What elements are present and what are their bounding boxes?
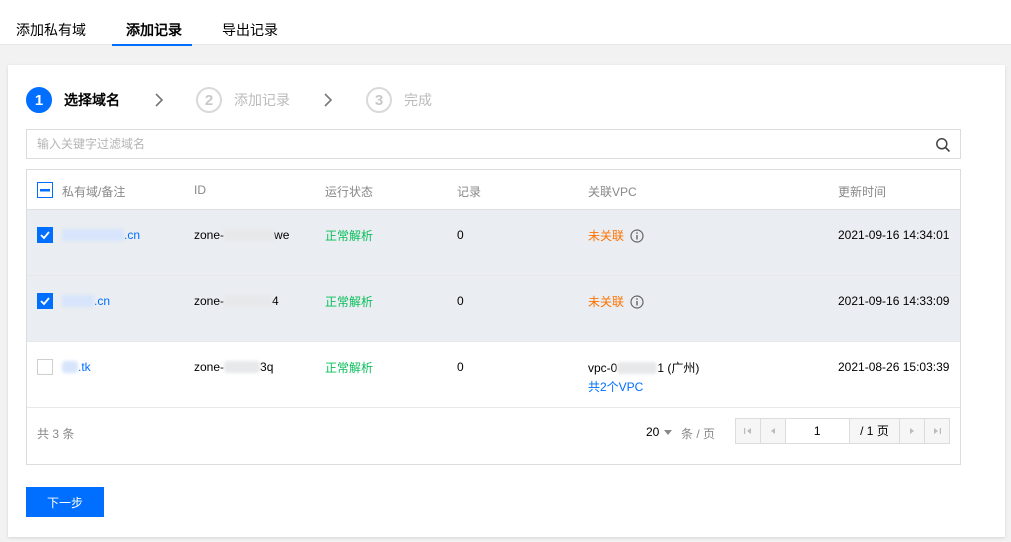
next-page-icon [910,428,915,434]
chevron-right-icon [324,93,333,107]
redacted-text [617,362,658,374]
minus-icon [40,189,50,192]
step-add-record: 2 添加记录 [196,87,290,113]
updated-time: 2021-09-16 14:33:09 [838,294,950,308]
tab-add-record[interactable]: 添加记录 [112,0,192,46]
search-box [26,129,961,159]
last-page-icon [934,428,942,434]
domain-table: 私有域/备注 ID 运行状态 记录 关联VPC 更新时间 .cn zone-we… [26,169,961,465]
step-label: 选择域名 [64,92,120,108]
table-row[interactable]: .cn zone-we 正常解析 0 未关联 2021-09-16 14:34:… [27,210,960,276]
redacted-text [224,229,275,241]
record-count: 0 [457,360,464,374]
first-page-button[interactable] [736,419,761,443]
column-header-vpc: 关联VPC [588,185,637,199]
zone-id: zone- 3q [194,360,274,374]
updated-time: 2021-09-16 14:34:01 [838,228,950,242]
vpc-count-link[interactable]: 共2个VPC [588,378,643,395]
row-checkbox[interactable] [37,293,53,309]
table-footer: 共 3 条 20 条 / 页 / 1 页 [27,408,960,464]
zone-id: zone-we [194,228,290,242]
last-page-button[interactable] [924,419,949,443]
page-size-select[interactable]: 20 [646,425,673,439]
total-count: 共 3 条 [37,427,75,441]
first-page-icon [743,428,751,434]
next-step-button[interactable]: 下一步 [26,487,104,517]
status-text: 正常解析 [325,229,374,243]
search-icon[interactable] [935,137,951,153]
step-label: 添加记录 [234,92,290,108]
updated-time: 2021-08-26 15:03:39 [838,360,950,374]
total-pages: / 1 页 [849,419,900,443]
record-count: 0 [457,228,464,242]
row-checkbox[interactable] [37,359,53,375]
status-text: 正常解析 [325,361,374,375]
redacted-text [224,295,273,307]
column-header-records: 记录 [457,185,482,199]
chevron-right-icon [155,93,164,107]
tab-export-record[interactable]: 导出记录 [222,0,278,45]
vpc-cell: vpc-0 1 (广州) [588,361,700,375]
prev-page-icon [770,428,775,434]
column-header-id: ID [194,183,206,197]
status-text: 正常解析 [325,295,374,309]
check-icon [40,297,50,306]
per-page-label: 条 / 页 [681,427,716,441]
step-complete: 3 完成 [366,87,432,113]
table-row[interactable]: .cn zone- 4 正常解析 0 未关联 2021-09-16 14:33:0… [27,276,960,342]
tab-add-private-zone[interactable]: 添加私有域 [16,0,86,45]
domain-link[interactable]: .cn [62,228,140,242]
prev-page-button[interactable] [760,419,786,443]
vpc-cell: 未关联 [588,227,644,244]
record-count: 0 [457,294,464,308]
redacted-text [224,361,261,373]
top-tab-bar: 添加私有域 添加记录 导出记录 [0,0,1011,46]
pagination: / 1 页 [735,418,950,444]
main-card: 1 选择域名 2 添加记录 3 完成 私有域/备注 ID 运行状态 记录 关联 [8,65,1005,537]
redacted-text [62,295,94,307]
next-page-button[interactable] [899,419,925,443]
step-number: 3 [366,87,392,113]
vpc-cell: 未关联 [588,293,644,310]
redacted-text [62,361,78,373]
table-header: 私有域/备注 ID 运行状态 记录 关联VPC 更新时间 [27,170,960,210]
page-number-input[interactable] [785,419,850,443]
step-number: 1 [26,87,52,113]
caret-down-icon [664,430,673,435]
info-icon[interactable] [630,229,644,243]
column-header-status: 运行状态 [325,185,374,199]
zone-id: zone- 4 [194,294,279,308]
check-icon [40,231,50,240]
select-all-checkbox[interactable] [37,182,53,198]
redacted-text [62,229,124,241]
table-row[interactable]: .tk zone- 3q 正常解析 0 vpc-0 1 (广州) 共2个VPC 20… [27,342,960,408]
step-select-domain: 1 选择域名 [26,87,120,113]
info-icon[interactable] [630,295,644,309]
search-input[interactable] [27,130,917,158]
row-checkbox[interactable] [37,227,53,243]
domain-link[interactable]: .cn [62,294,110,308]
step-label: 完成 [404,92,432,108]
domain-link[interactable]: .tk [62,360,91,374]
step-number: 2 [196,87,222,113]
column-header-domain[interactable]: 私有域/备注 [62,183,125,200]
column-header-updated: 更新时间 [838,185,887,199]
